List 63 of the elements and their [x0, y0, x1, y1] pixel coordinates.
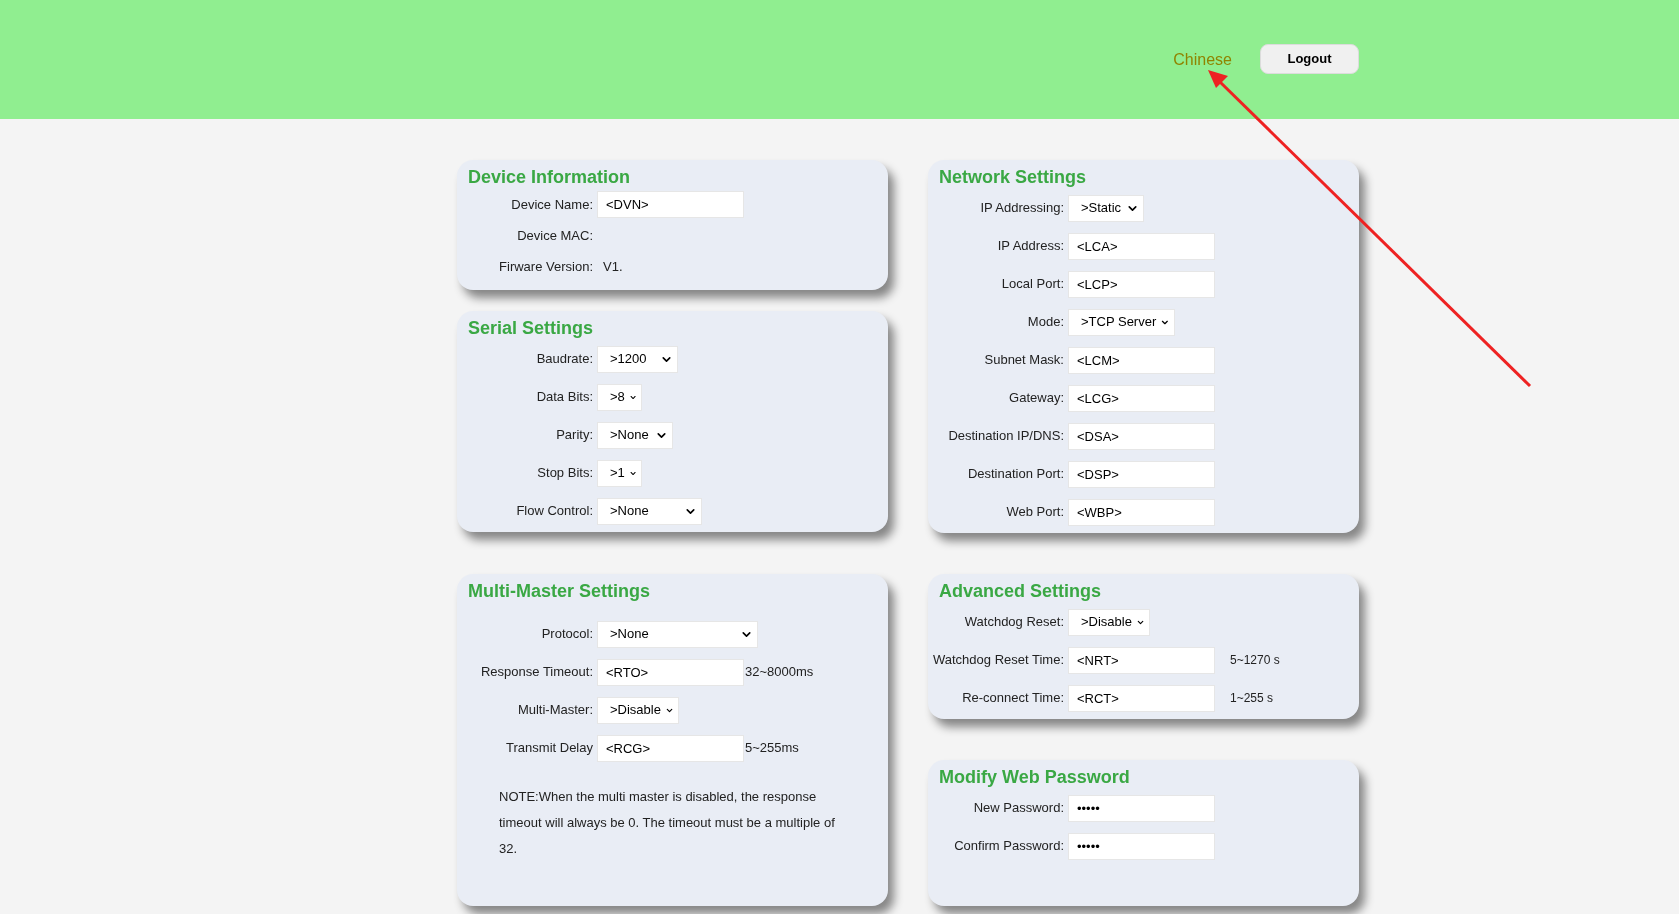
text-field[interactable]: <DSP>: [1068, 460, 1215, 488]
text-field[interactable]: <LCG>: [1068, 384, 1215, 412]
field-label: Gateway:: [1008, 389, 1065, 408]
dropdown-select[interactable]: >None: [597, 421, 673, 449]
field-label: Baudrate:: [535, 350, 594, 369]
dropdown-select[interactable]: >8: [597, 383, 642, 411]
field-value: V1.: [602, 257, 623, 276]
text-field[interactable]: <LCA>: [1068, 232, 1215, 260]
field-label: Confirm Password:: [953, 837, 1065, 856]
dropdown-select[interactable]: >None: [597, 620, 758, 648]
field-label: Device Name:: [510, 195, 594, 214]
field-label: Destination Port:: [966, 465, 1065, 484]
dropdown-select[interactable]: >TCP Server: [1068, 308, 1175, 336]
range-hint: 1~255 s: [1230, 690, 1274, 707]
logout-button[interactable]: Logout: [1260, 44, 1359, 74]
field-label: Re-connect Time:: [961, 689, 1065, 708]
dropdown-select[interactable]: >Disable: [1068, 608, 1150, 636]
text-field[interactable]: •••••: [1068, 832, 1215, 860]
text-field[interactable]: <NRT>: [1068, 646, 1215, 674]
field-label: IP Address:: [996, 237, 1065, 256]
text-field[interactable]: <DSA>: [1068, 422, 1215, 450]
panel-title: Device Information: [467, 166, 632, 188]
field-label: Flow Control:: [515, 502, 594, 521]
dropdown-select[interactable]: >1: [597, 459, 642, 487]
field-label: New Password:: [972, 799, 1065, 818]
text-field[interactable]: <DVN>: [597, 191, 744, 218]
field-label: Mode:: [1026, 313, 1065, 332]
field-label: Response Timeout:: [480, 663, 594, 682]
text-field[interactable]: <LCP>: [1068, 270, 1215, 298]
text-field[interactable]: <RCG>: [597, 734, 744, 762]
text-field[interactable]: <RTO>: [597, 658, 744, 686]
field-label: Local Port:: [1000, 275, 1065, 294]
field-label: Multi-Master:: [516, 701, 594, 720]
dropdown-select[interactable]: >1200: [597, 345, 678, 373]
field-label: Destination IP/DNS:: [947, 427, 1065, 446]
field-label: Data Bits:: [535, 388, 594, 407]
panel-title: Multi-Master Settings: [467, 580, 651, 602]
panel-title: Modify Web Password: [938, 766, 1131, 788]
field-label: Stop Bits:: [536, 464, 594, 483]
note-text: NOTE:When the multi master is disabled, the response timeout will always be 0. The timeout must be a multiple of 32.: [499, 788, 836, 858]
text-field[interactable]: •••••: [1068, 794, 1215, 822]
range-hint: 32~8000ms: [745, 663, 814, 682]
field-label: Watchdog Reset Time:: [932, 651, 1065, 670]
field-label: Firware Version:: [498, 257, 594, 276]
panel-title: Advanced Settings: [938, 580, 1103, 602]
dropdown-select[interactable]: >Disable: [597, 696, 679, 724]
field-label: IP Addressing:: [979, 199, 1065, 218]
field-label: Parity:: [555, 426, 594, 445]
panel-title: Network Settings: [938, 166, 1088, 188]
field-label: Web Port:: [1005, 503, 1065, 522]
text-field[interactable]: <RCT>: [1068, 684, 1215, 712]
range-hint: 5~255ms: [745, 739, 799, 758]
range-hint: 5~1270 s: [1230, 652, 1280, 669]
field-label: Device MAC:: [516, 226, 594, 245]
field-label: Watchdog Reset:: [963, 613, 1065, 632]
field-label: Transmit Delay: [505, 739, 594, 758]
field-label: Subnet Mask:: [983, 351, 1065, 370]
dropdown-select[interactable]: >Static: [1068, 194, 1144, 222]
panel-title: Serial Settings: [467, 317, 595, 339]
text-field[interactable]: <LCM>: [1068, 346, 1215, 374]
dropdown-select[interactable]: >None: [597, 497, 702, 525]
text-field[interactable]: <WBP>: [1068, 498, 1215, 526]
field-label: Protocol:: [540, 625, 594, 644]
